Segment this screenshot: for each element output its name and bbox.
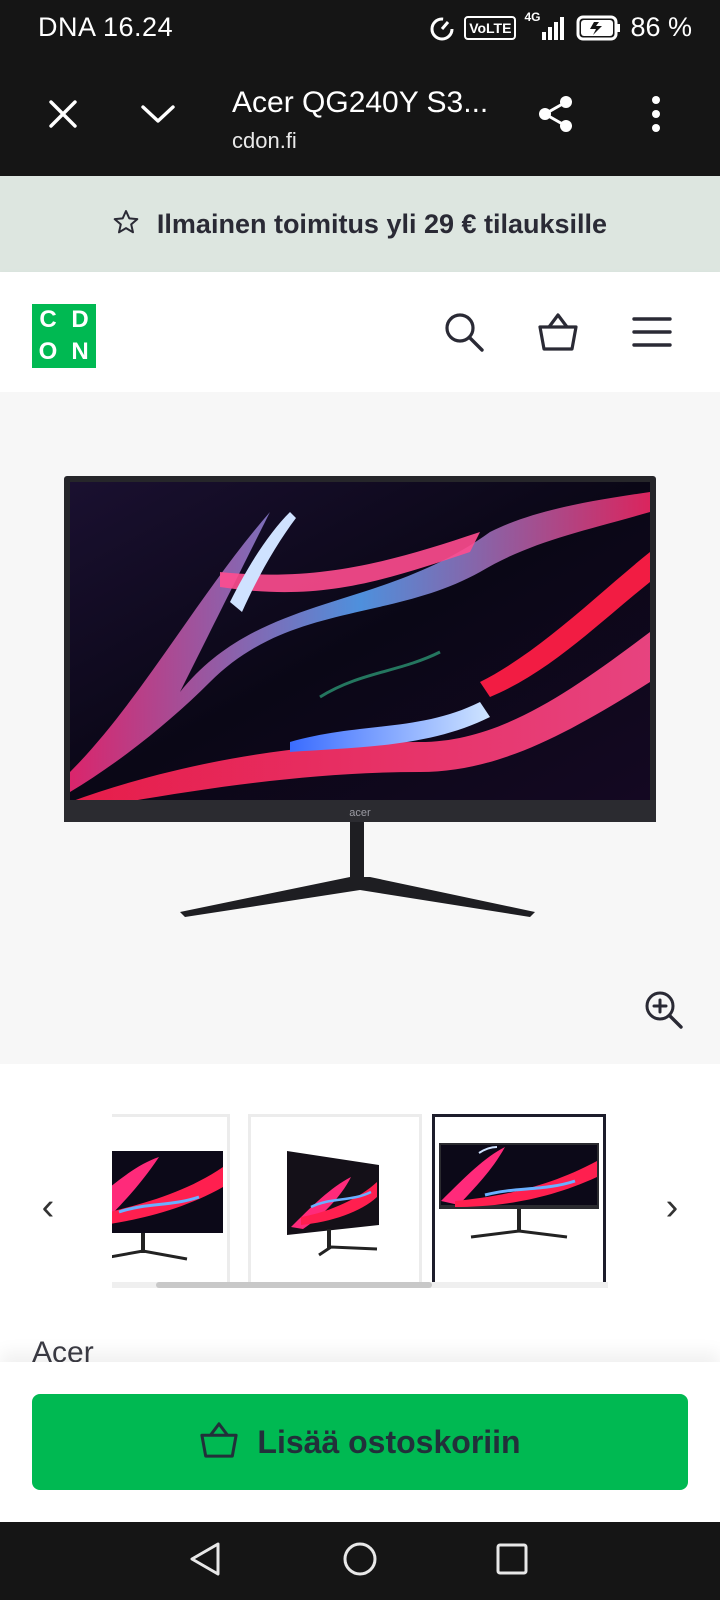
add-to-cart-button[interactable]: Lisää ostoskoriin — [32, 1394, 688, 1490]
site-header: C D O N — [0, 272, 720, 392]
share-icon — [536, 94, 576, 139]
thumbnail-2[interactable] — [248, 1114, 422, 1288]
thumbnail-3-selected[interactable] — [432, 1114, 606, 1288]
thumbnail-image — [439, 1143, 599, 1239]
chevron-right-icon: › — [665, 1185, 679, 1228]
screen: DNA 16.24 VoLTE 4G 86 % Acer QG240Y S3..… — [0, 0, 720, 1600]
menu-icon — [632, 316, 672, 353]
recents-icon — [495, 1542, 529, 1581]
thumbnail-carousel: ‹ › — [0, 1064, 720, 1314]
free-shipping-text: Ilmainen toimitus yli 29 € tilauksille — [156, 208, 608, 239]
share-button[interactable] — [528, 88, 584, 144]
free-shipping-banner: Ilmainen toimitus yli 29 € tilauksille — [0, 176, 720, 272]
status-bar: DNA 16.24 VoLTE 4G 86 % — [0, 0, 720, 56]
star-outline-icon — [113, 209, 139, 240]
volte-icon: VoLTE — [464, 15, 517, 40]
home-button[interactable] — [335, 1536, 385, 1586]
back-icon — [188, 1541, 222, 1582]
logo-letter: C — [39, 306, 57, 333]
android-nav-bar — [0, 1522, 720, 1600]
monitor-logo: acer — [349, 807, 371, 819]
thumbnail-next-button[interactable]: › — [652, 1182, 692, 1232]
add-to-cart-label: Lisää ostoskoriin — [257, 1423, 521, 1460]
data-saver-icon — [428, 14, 456, 42]
thumbnail-1[interactable] — [112, 1114, 230, 1288]
basket-icon — [537, 312, 579, 357]
logo-letter: O — [38, 338, 58, 365]
zoom-in-icon — [644, 990, 684, 1035]
product-image-area[interactable]: acer — [0, 392, 720, 1064]
close-icon — [48, 99, 78, 134]
more-options-button[interactable] — [628, 88, 684, 144]
thumbnail-prev-button[interactable]: ‹ — [28, 1182, 68, 1232]
chevron-left-icon: ‹ — [41, 1185, 55, 1228]
status-time: DNA 16.24 — [38, 12, 174, 42]
close-tab-button[interactable] — [35, 88, 91, 144]
zoom-button[interactable] — [640, 988, 688, 1036]
battery-percent: 86 % — [630, 12, 692, 42]
page-title: Acer QG240Y S3... — [232, 86, 489, 119]
signal-icon: 4G — [524, 10, 568, 42]
basket-icon — [199, 1421, 239, 1464]
home-icon — [342, 1541, 378, 1582]
back-button[interactable] — [180, 1536, 230, 1586]
status-icons: VoLTE 4G 86 % — [428, 10, 692, 43]
cart-button[interactable] — [530, 306, 586, 362]
cdon-logo[interactable]: C D O N — [32, 304, 96, 368]
logo-letter: N — [71, 338, 89, 365]
page-domain: cdon.fi — [232, 128, 297, 153]
thumbnail-image — [112, 1151, 223, 1261]
thumbnail-image — [287, 1151, 379, 1257]
more-vert-icon — [651, 95, 661, 137]
chevron-down-icon — [140, 103, 176, 130]
minimize-button[interactable] — [130, 88, 186, 144]
logo-letter: D — [71, 306, 89, 333]
menu-button[interactable] — [624, 306, 680, 362]
network-type: 4G — [524, 9, 541, 24]
product-image: acer — [64, 476, 656, 917]
battery-icon — [576, 15, 622, 41]
search-button[interactable] — [436, 306, 492, 362]
thumbnail-scroll-thumb[interactable] — [156, 1282, 432, 1288]
recents-button[interactable] — [487, 1536, 537, 1586]
browser-toolbar: Acer QG240Y S3... cdon.fi — [0, 56, 720, 176]
add-to-cart-bar: Lisää ostoskoriin — [0, 1362, 720, 1522]
search-icon — [443, 311, 485, 358]
